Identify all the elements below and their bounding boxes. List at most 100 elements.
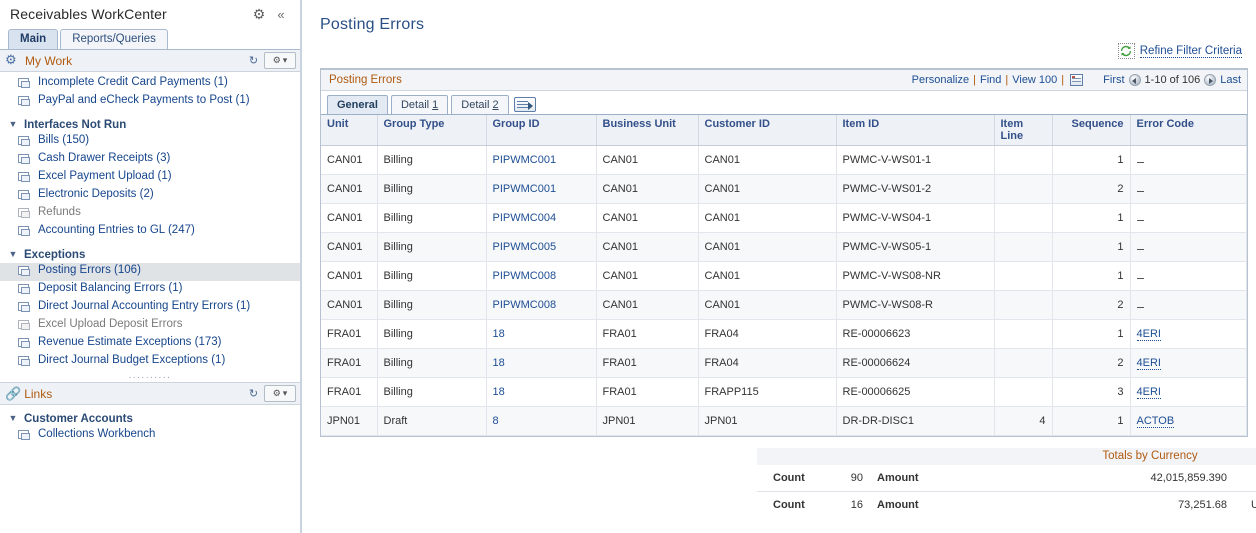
group-id-link[interactable]: 8 [493, 415, 499, 427]
cell-error-code: ACTOB [1130, 406, 1247, 436]
error-code-link[interactable]: 4ERI [1136, 357, 1161, 370]
column-header-group-type[interactable]: Group Type [377, 115, 487, 146]
tab-main[interactable]: Main [8, 29, 59, 49]
sidebar-item-cash-drawer-receipts[interactable]: Cash Drawer Receipts (3) [0, 151, 300, 169]
cell-group-id: PIPWMC008 [486, 290, 597, 320]
chevron-down-icon[interactable]: ▼ [5, 250, 21, 259]
group-id-link[interactable]: 18 [493, 386, 505, 398]
cell-sequence: 1 [1052, 261, 1131, 291]
gear-dropdown-icon[interactable]: ⚙ ▾ [264, 52, 296, 69]
expand-grid-icon[interactable] [513, 97, 536, 112]
sidebar-item-posting-errors[interactable]: Posting Errors (106) [0, 263, 300, 281]
group-id-link[interactable]: PIPWMC001 [493, 183, 557, 195]
table-row: JPN01 Draft 8 JPN01 JPN01 DR-DR-DISC1 4 1 ACTOB [321, 406, 1247, 436]
group-id-link[interactable]: PIPWMC005 [493, 241, 557, 253]
paperclip-glyph: 🔗 [5, 385, 22, 401]
sidebar-item-deposit-balancing-errors[interactable]: Deposit Balancing Errors (1) [0, 281, 300, 299]
cell-item-id: DR-DR-DISC1 [836, 406, 995, 436]
column-header-business-unit[interactable]: Business Unit [596, 115, 699, 146]
group-id-link[interactable]: PIPWMC001 [493, 154, 557, 166]
table-row: CAN01 Billing PIPWMC001 CAN01 CAN01 PWMC-V-WS… [321, 145, 1247, 175]
error-code-link[interactable] [1136, 183, 1144, 192]
group-id-link[interactable]: PIPWMC008 [493, 270, 557, 282]
view-100-link[interactable]: View 100 [1012, 74, 1057, 86]
column-header-item-line[interactable]: Item Line [994, 115, 1053, 146]
section-exceptions: ▼ Exceptions Posting Errors (106) Deposi… [0, 246, 300, 371]
cell-business-unit: CAN01 [596, 261, 699, 291]
sidebar-item-label: Revenue Estimate Exceptions (173) [38, 336, 222, 348]
column-header-sequence[interactable]: Sequence [1052, 115, 1131, 146]
refresh-icon[interactable]: ↻ [245, 53, 262, 68]
group-id-link[interactable]: 18 [493, 328, 505, 340]
section-header[interactable]: ▼ Customer Accounts [0, 410, 300, 427]
amount-value: 73,251.68 [1178, 499, 1227, 511]
cell-item-line [994, 145, 1053, 175]
group-id-link[interactable]: PIPWMC008 [493, 299, 557, 311]
chevron-down-icon[interactable]: ▼ [5, 414, 21, 423]
error-code-link[interactable]: 4ERI [1136, 386, 1161, 399]
tab-detail-2[interactable]: Detail 2 [451, 95, 509, 114]
my-work-header: ⚙ My Work ↻ ⚙ ▾ [0, 50, 300, 72]
refresh-icon[interactable]: ↻ [245, 386, 262, 401]
prev-arrow-icon[interactable] [1128, 74, 1141, 86]
tab-reports-queries[interactable]: Reports/Queries [60, 29, 168, 49]
cell-item-id: PWMC-V-WS05-1 [836, 232, 995, 262]
cell-error-code: 4ERI [1130, 377, 1247, 407]
page-icon [18, 282, 34, 294]
column-header-customer-id[interactable]: Customer ID [698, 115, 837, 146]
sidebar-item-collections-workbench[interactable]: Collections Workbench [0, 427, 300, 445]
column-header-group-id[interactable]: Group ID [486, 115, 597, 146]
sidebar-item-accounting-entries-to-gl[interactable]: Accounting Entries to GL (247) [0, 223, 300, 241]
sidebar-item-bills[interactable]: Bills (150) [0, 133, 300, 151]
collapse-left-icon[interactable]: « [270, 7, 292, 22]
sidebar-item-electronic-deposits[interactable]: Electronic Deposits (2) [0, 187, 300, 205]
resize-handle[interactable]: .......... [0, 371, 300, 382]
error-code-link[interactable] [1136, 299, 1144, 308]
tab-detail-1[interactable]: Detail 1 [390, 95, 449, 114]
sidebar-item-direct-journal-budget-exceptions[interactable]: Direct Journal Budget Exceptions (1) [0, 353, 300, 371]
table-row: FRA01 Billing 18 FRA01 FRA04 RE-00006624 2 4ERI [321, 348, 1247, 378]
cell-error-code: 4ERI [1130, 319, 1247, 349]
personalize-link[interactable]: Personalize [912, 74, 969, 86]
find-link[interactable]: Find [980, 74, 1001, 86]
refresh-green-icon[interactable] [1117, 43, 1135, 59]
gear-dropdown-icon[interactable]: ⚙ ▾ [264, 385, 296, 402]
sidebar-item-paypal-echeck-payments[interactable]: PayPal and eCheck Payments to Post (1) [0, 93, 300, 111]
next-arrow-icon[interactable] [1204, 74, 1217, 86]
last-link[interactable]: Last [1220, 74, 1241, 86]
cell-customer-id: CAN01 [698, 174, 837, 204]
cell-unit: FRA01 [321, 319, 378, 349]
cell-customer-id: CAN01 [698, 290, 837, 320]
sidebar-item-direct-journal-accounting-entry-errors[interactable]: Direct Journal Accounting Entry Errors (… [0, 299, 300, 317]
column-header-error-code[interactable]: Error Code [1130, 115, 1247, 146]
error-code-link[interactable] [1136, 154, 1144, 163]
sidebar-item-revenue-estimate-exceptions[interactable]: Revenue Estimate Exceptions (173) [0, 335, 300, 353]
cell-sequence: 1 [1052, 319, 1131, 349]
group-id-link[interactable]: PIPWMC004 [493, 212, 557, 224]
cell-sequence: 2 [1052, 290, 1131, 320]
gear-icon[interactable]: ⚙ [248, 6, 270, 23]
sidebar-item-refunds[interactable]: Refunds [0, 205, 300, 223]
refine-filter-criteria-link[interactable]: Refine Filter Criteria [1139, 45, 1242, 58]
sidebar-item-excel-payment-upload[interactable]: Excel Payment Upload (1) [0, 169, 300, 187]
column-header-unit[interactable]: Unit [321, 115, 378, 146]
tab-detail-2-accel: 2 [492, 99, 499, 111]
error-code-link[interactable] [1136, 212, 1144, 221]
tab-general[interactable]: General [327, 95, 388, 114]
cell-item-line: 4 [994, 406, 1053, 436]
section-header[interactable]: ▼ Interfaces Not Run [0, 116, 300, 133]
error-code-link[interactable]: 4ERI [1136, 328, 1161, 341]
column-header-item-id[interactable]: Item ID [836, 115, 995, 146]
group-id-link[interactable]: 18 [493, 357, 505, 369]
cell-unit: FRA01 [321, 377, 378, 407]
section-interfaces-not-run: ▼ Interfaces Not Run Bills (150) Cash Dr… [0, 116, 300, 241]
chevron-down-icon[interactable]: ▼ [5, 120, 21, 129]
sidebar-item-excel-upload-deposit-errors[interactable]: Excel Upload Deposit Errors [0, 317, 300, 335]
spreadsheet-icon[interactable] [1070, 74, 1084, 86]
error-code-link[interactable] [1136, 270, 1144, 279]
error-code-link[interactable]: ACTOB [1136, 415, 1175, 428]
first-link[interactable]: First [1103, 74, 1124, 86]
sidebar-item-incomplete-credit-card-payments[interactable]: Incomplete Credit Card Payments (1) [0, 75, 300, 93]
error-code-link[interactable] [1136, 241, 1144, 250]
section-header[interactable]: ▼ Exceptions [0, 246, 300, 263]
